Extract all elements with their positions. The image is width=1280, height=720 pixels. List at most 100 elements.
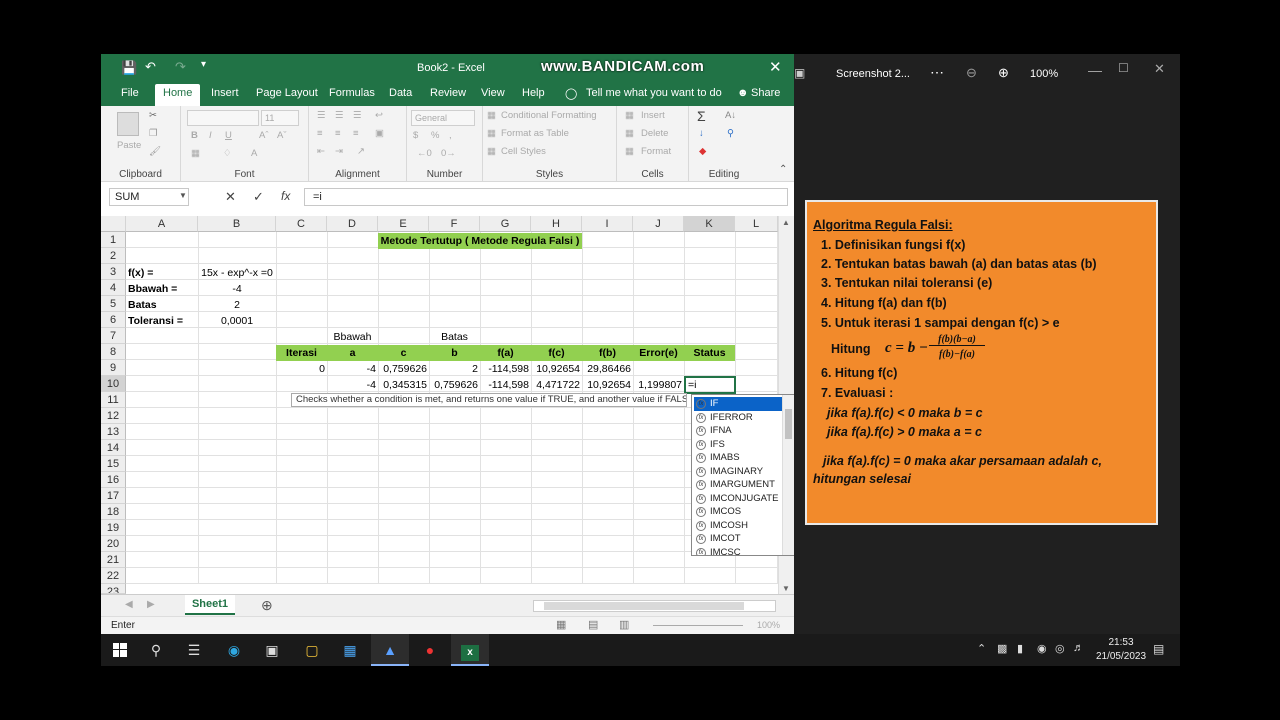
header-cell[interactable]: f(c) [531, 345, 582, 361]
tab-home[interactable]: Home [155, 84, 201, 106]
column-header[interactable]: A [126, 216, 198, 232]
row-header[interactable]: 16 [101, 472, 126, 488]
select-all-corner[interactable] [101, 216, 126, 232]
collapse-ribbon-icon[interactable]: ⌃ [779, 164, 787, 175]
notifications-icon[interactable]: ▤ [1153, 642, 1164, 656]
column-header[interactable]: K [684, 216, 735, 232]
fill-icon[interactable]: ↓ [699, 128, 704, 139]
borders-icon[interactable]: ▦ [191, 148, 200, 159]
row-header[interactable]: 20 [101, 536, 126, 552]
insert-cells-button[interactable]: Insert [641, 110, 665, 121]
autocomplete-item[interactable]: fx IMCSC [694, 546, 782, 555]
merge-icon[interactable]: ▣ [375, 128, 384, 139]
row-header[interactable]: 14 [101, 440, 126, 456]
autocomplete-item[interactable]: fx IMCOSH [694, 519, 782, 533]
row-header[interactable]: 23 [101, 584, 126, 594]
insert-function-icon[interactable]: fx [281, 189, 290, 203]
data-cell[interactable]: 0,759626 [378, 361, 429, 377]
header-cell[interactable]: c [378, 345, 429, 361]
column-header[interactable]: I [582, 216, 633, 232]
wrap-text-icon[interactable]: ↩ [375, 110, 383, 121]
row-header[interactable]: 6 [101, 312, 126, 328]
cell-d7[interactable]: Bbawah [327, 329, 378, 345]
font-size-select[interactable]: 11 [261, 110, 299, 126]
autocomplete-item[interactable]: fx IFERROR [694, 411, 782, 425]
row-header[interactable]: 10 [101, 376, 126, 392]
autocomplete-item[interactable]: fx IF [694, 397, 782, 411]
title-cell[interactable]: Metode Tertutup ( Metode Regula Falsi ) [378, 233, 582, 249]
decrease-indent-icon[interactable]: ⇤ [317, 146, 325, 157]
scroll-down-icon[interactable]: ▼ [782, 584, 790, 593]
data-cell[interactable]: 10,92654 [582, 377, 633, 393]
row-header[interactable]: 11 [101, 392, 126, 408]
top-align-icon[interactable]: ☰ [317, 110, 326, 121]
format-painter-icon[interactable]: 🖌 [149, 146, 161, 157]
autocomplete-item[interactable]: fx IFS [694, 438, 782, 452]
autocomplete-item[interactable]: fx IMCONJUGATE [694, 492, 782, 506]
currency-icon[interactable]: $ [413, 130, 418, 141]
column-header[interactable]: L [735, 216, 778, 232]
data-cell[interactable]: 4,471722 [531, 377, 582, 393]
header-cell[interactable]: a [327, 345, 378, 361]
tray-app-icon[interactable]: ▩ [997, 642, 1007, 655]
cell-b3[interactable]: 15x - exp^-x =0 [198, 265, 276, 281]
zoom-level[interactable]: 100% [757, 620, 780, 630]
more-options-icon[interactable]: ⋯ [930, 64, 944, 81]
header-cell[interactable]: b [429, 345, 480, 361]
photos-close-icon[interactable]: ✕ [1154, 61, 1165, 77]
tab-file[interactable]: File [121, 87, 139, 99]
column-header[interactable]: B [198, 216, 276, 232]
middle-align-icon[interactable]: ☰ [335, 110, 344, 121]
horizontal-scroll-thumb[interactable] [544, 602, 744, 610]
search-icon[interactable]: ⚲ [137, 634, 175, 666]
paste-button[interactable]: Paste [117, 140, 141, 151]
confirm-entry-icon[interactable]: ✓ [253, 189, 264, 205]
prev-sheet-icon[interactable]: ◀ [125, 599, 133, 610]
battery-icon[interactable]: ▮ [1017, 642, 1023, 655]
column-header[interactable]: F [429, 216, 480, 232]
cut-icon[interactable]: ✂ [149, 110, 157, 121]
save-icon[interactable]: 💾 [121, 60, 137, 76]
zoom-slider[interactable] [653, 625, 743, 626]
clock-time[interactable]: 21:53 [1095, 637, 1147, 648]
undo-icon[interactable]: ↶ [145, 59, 156, 75]
column-header[interactable]: E [378, 216, 429, 232]
row-header[interactable]: 3 [101, 264, 126, 280]
close-icon[interactable]: ✕ [769, 58, 782, 76]
task-view-icon[interactable]: ☰ [175, 634, 213, 666]
row-header[interactable]: 19 [101, 520, 126, 536]
name-box-dropdown-icon[interactable]: ▼ [179, 191, 187, 200]
sort-filter-icon[interactable]: A↓ [725, 110, 736, 121]
italic-icon[interactable]: I [209, 130, 212, 141]
clear-icon[interactable]: ◆ [699, 146, 706, 157]
add-sheet-icon[interactable]: ⊕ [261, 597, 273, 614]
cell-a4[interactable]: Bbawah = [126, 281, 198, 297]
file-explorer-icon[interactable]: ▢ [293, 634, 331, 666]
column-header[interactable]: J [633, 216, 684, 232]
align-center-icon[interactable]: ≡ [335, 128, 341, 139]
tab-formulas[interactable]: Formulas [329, 87, 375, 99]
autocomplete-item[interactable]: fx IMAGINARY [694, 465, 782, 479]
sheet-tab-sheet1[interactable]: Sheet1 [185, 595, 235, 615]
row-header[interactable]: 21 [101, 552, 126, 568]
zoom-out-icon[interactable]: ⊖ [966, 65, 977, 81]
data-cell[interactable]: 0,759626 [429, 377, 480, 393]
minimize-icon[interactable]: — [1088, 62, 1102, 78]
page-layout-view-icon[interactable]: ▤ [588, 618, 598, 631]
tab-view[interactable]: View [481, 87, 505, 99]
paste-icon[interactable] [117, 112, 139, 136]
data-cell[interactable]: 29,86466 [582, 361, 633, 377]
header-cell[interactable]: f(a) [480, 345, 531, 361]
align-right-icon[interactable]: ≡ [353, 128, 359, 139]
increase-font-icon[interactable]: Aˆ [259, 130, 269, 141]
cell-a3[interactable]: f(x) = [126, 265, 198, 281]
bottom-align-icon[interactable]: ☰ [353, 110, 362, 121]
cell-b6[interactable]: 0,0001 [198, 313, 276, 329]
tab-page-layout[interactable]: Page Layout [256, 87, 318, 99]
conditional-formatting-button[interactable]: Conditional Formatting [501, 110, 597, 121]
fill-color-icon[interactable]: ♢ [223, 148, 232, 159]
format-as-table-button[interactable]: Format as Table [501, 128, 569, 139]
cell-a5[interactable]: Batas [126, 297, 198, 313]
customize-toolbar-icon[interactable]: ▾ [201, 59, 206, 70]
redo-icon[interactable]: ↷ [175, 59, 186, 75]
